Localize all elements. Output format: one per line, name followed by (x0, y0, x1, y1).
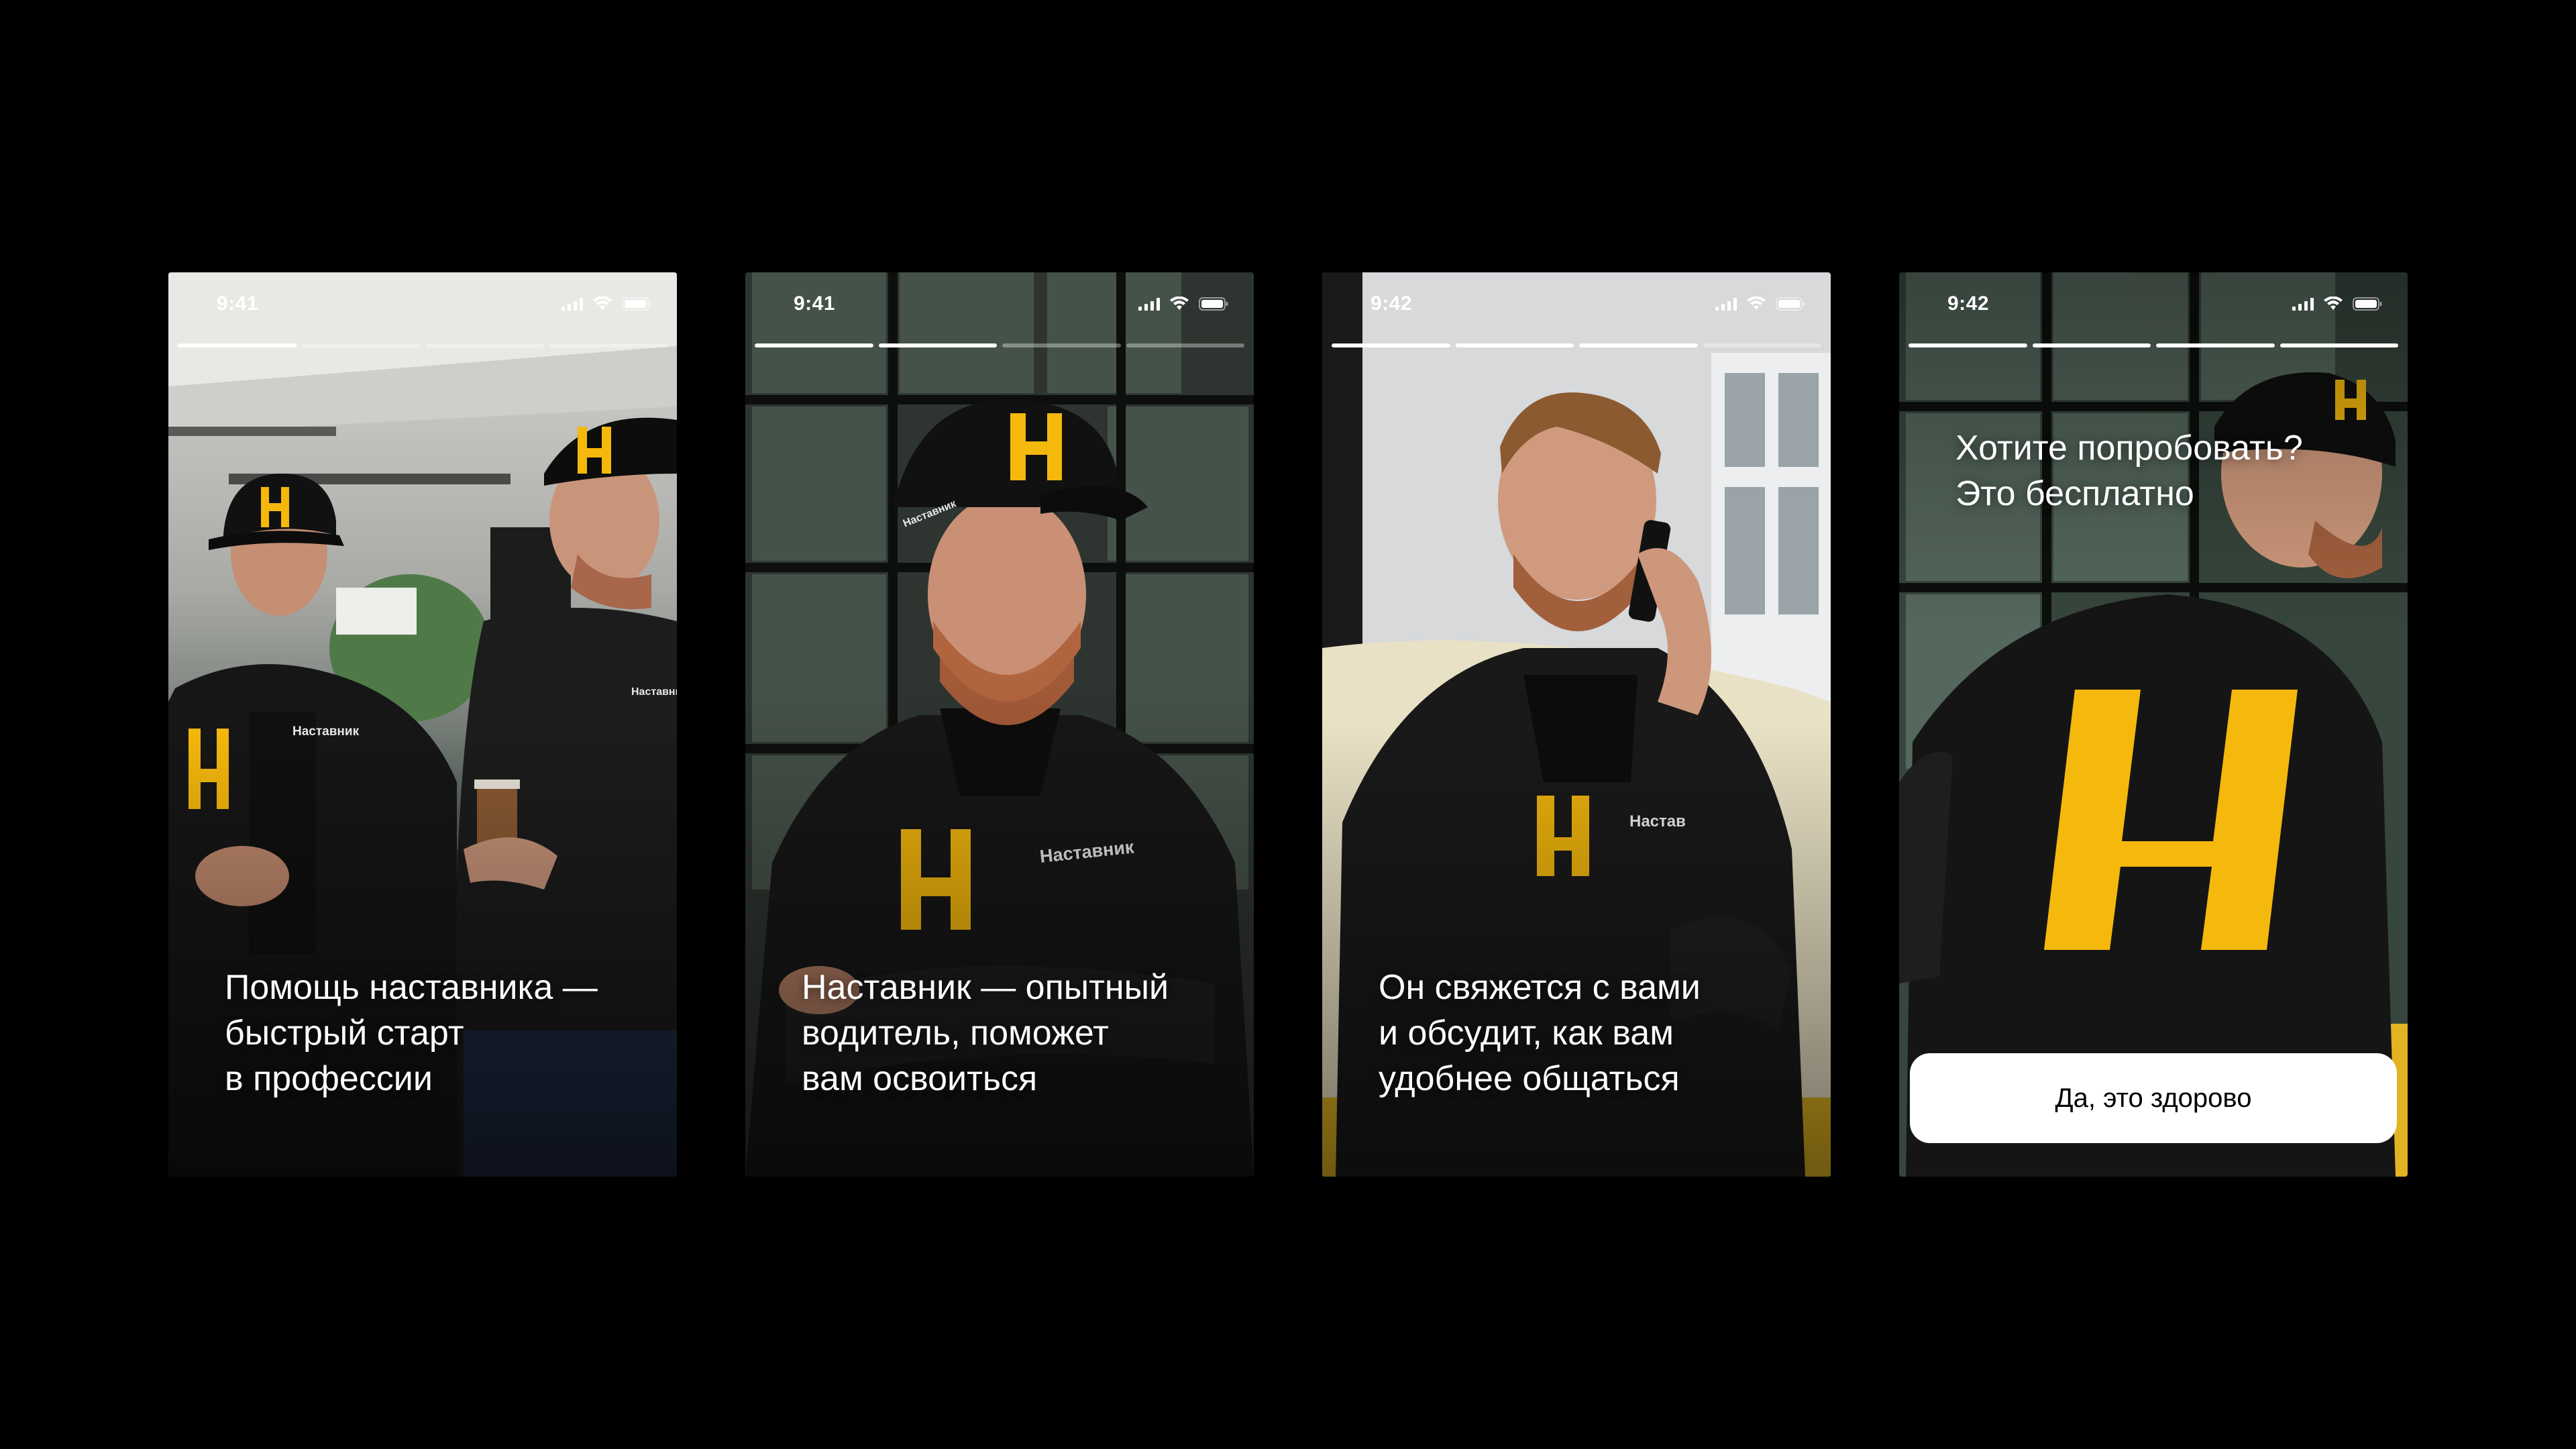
story-caption: Хотите попробовать? Это бесплатно (1955, 429, 2303, 513)
wifi-icon (592, 297, 612, 311)
wifi-icon (1169, 297, 1189, 311)
status-bar: 9:42 (1899, 272, 2408, 339)
progress-segment-fill (1579, 343, 1698, 347)
progress-segment-fill (2279, 343, 2398, 347)
battery-icon (622, 297, 651, 311)
signal-icon (2292, 297, 2314, 311)
progress-segment (1332, 343, 1450, 347)
progress-segment (878, 343, 997, 347)
progress-segment-fill (1332, 343, 1450, 347)
progress-segment-fill (178, 343, 297, 347)
progress-segment (2279, 343, 2398, 347)
status-bar: 9:41 (168, 272, 677, 339)
progress-segment (1002, 343, 1121, 347)
story-progress (1332, 343, 1821, 347)
progress-segment-fill (2032, 343, 2151, 347)
story-progress (755, 343, 1244, 347)
story-caption: Он свяжется с вами и обсудит, как вам уд… (1379, 968, 1701, 1098)
story-screen-4[interactable]: 9:42 Хотите попробовать? Это бесплатно Д… (1899, 272, 2408, 1177)
progress-segment (1579, 343, 1698, 347)
progress-segment (1455, 343, 1574, 347)
story-screen-3[interactable]: Настав 9:42 Он свяжется с вами и обсудит… (1322, 272, 1831, 1177)
signal-icon (1138, 297, 1160, 311)
signal-icon (561, 297, 583, 311)
progress-segment (178, 343, 297, 347)
progress-segment (2156, 343, 2275, 347)
status-time: 9:41 (794, 292, 836, 315)
wifi-icon (2323, 297, 2343, 311)
progress-segment-fill (1909, 343, 2027, 347)
progress-segment-fill (1455, 343, 1574, 347)
progress-segment (425, 343, 544, 347)
battery-icon (2353, 297, 2382, 311)
progress-segment (2032, 343, 2151, 347)
story-screen-2[interactable]: Наставник Наставник 9:41 Наставник — опы… (745, 272, 1254, 1177)
status-icons (1715, 297, 1805, 311)
story-screen-1[interactable]: Наставник Наставник 9:41 Помощь наставни… (168, 272, 677, 1177)
status-bar: 9:41 (745, 272, 1254, 339)
progress-segment-fill (2156, 343, 2275, 347)
status-time: 9:42 (1947, 292, 1990, 315)
battery-icon (1199, 297, 1228, 311)
battery-icon (1776, 297, 1805, 311)
progress-segment (1126, 343, 1244, 347)
progress-segment (301, 343, 420, 347)
story-caption: Помощь наставника — быстрый старт в проф… (225, 968, 598, 1098)
status-bar: 9:42 (1322, 272, 1831, 339)
signal-icon (1715, 297, 1737, 311)
status-icons (1138, 297, 1228, 311)
progress-segment (1909, 343, 2027, 347)
confirm-button[interactable]: Да, это здорово (1910, 1053, 2397, 1143)
progress-segment-fill (878, 343, 997, 347)
progress-segment (755, 343, 873, 347)
status-icons (2292, 297, 2382, 311)
photo-mentor-back-logo (1899, 272, 2408, 1177)
status-time: 9:41 (217, 292, 259, 315)
progress-segment-fill (755, 343, 873, 347)
progress-segment (1703, 343, 1821, 347)
story-progress (1909, 343, 2398, 347)
status-icons (561, 297, 651, 311)
wifi-icon (1746, 297, 1766, 311)
progress-segment (549, 343, 667, 347)
story-caption: Наставник — опытный водитель, поможет ва… (802, 968, 1169, 1098)
status-time: 9:42 (1371, 292, 1413, 315)
story-progress (178, 343, 667, 347)
